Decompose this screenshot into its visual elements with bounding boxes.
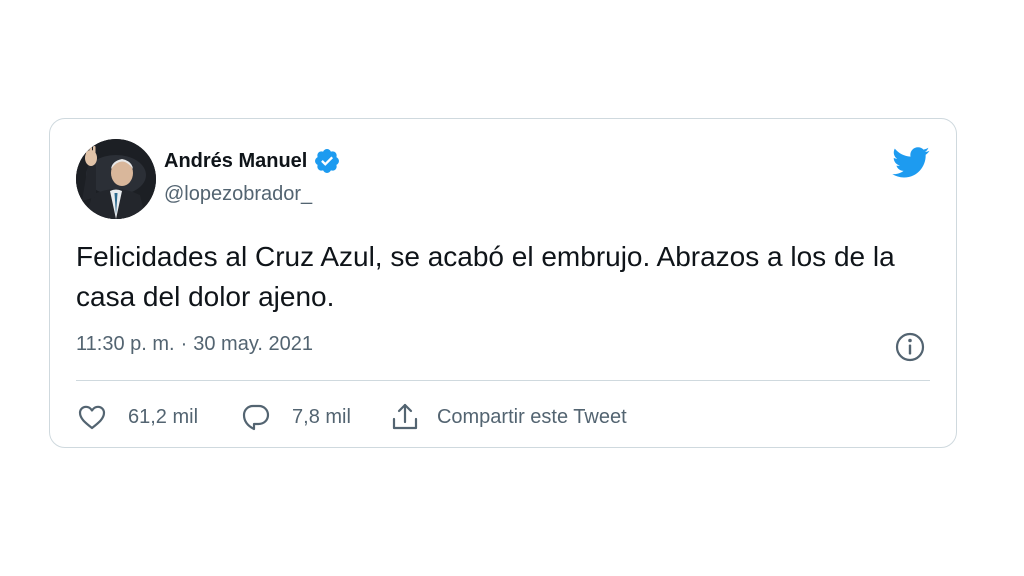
share-button[interactable]: Compartir este Tweet bbox=[389, 401, 627, 433]
tweet-card[interactable]: Andrés Manuel @lopezobrador_ Felicidades… bbox=[49, 118, 957, 448]
twitter-bird-icon[interactable] bbox=[892, 143, 930, 181]
reply-button[interactable]: 7,8 mil bbox=[240, 401, 351, 433]
like-count: 61,2 mil bbox=[128, 405, 199, 428]
tweet-timestamp[interactable]: 11:30 p. m. · 30 may. 2021 bbox=[76, 333, 313, 356]
share-upload-icon bbox=[392, 403, 418, 430]
timestamp-separator: · bbox=[180, 333, 188, 355]
speech-bubble-icon bbox=[242, 404, 270, 431]
share-label: Compartir este Tweet bbox=[436, 405, 627, 428]
heart-icon bbox=[78, 405, 106, 430]
like-button[interactable]: 61,2 mil bbox=[76, 401, 198, 433]
info-icon[interactable] bbox=[894, 331, 926, 363]
author-name[interactable]: Andrés Manuel bbox=[164, 150, 307, 173]
verified-badge-icon bbox=[315, 149, 340, 173]
divider bbox=[76, 380, 930, 381]
reply-count: 7,8 mil bbox=[292, 405, 351, 428]
tweet-actions: 61,2 mil 7,8 mil Compartir este Tweet bbox=[76, 397, 627, 437]
tweet-text: Felicidades al Cruz Azul, se acabó el em… bbox=[76, 241, 895, 312]
avatar[interactable] bbox=[76, 139, 156, 219]
author-handle[interactable]: @lopezobrador_ bbox=[164, 183, 312, 206]
tweet-time[interactable]: 11:30 p. m. bbox=[76, 333, 175, 356]
tweet-date[interactable]: 30 may. 2021 bbox=[193, 333, 313, 356]
